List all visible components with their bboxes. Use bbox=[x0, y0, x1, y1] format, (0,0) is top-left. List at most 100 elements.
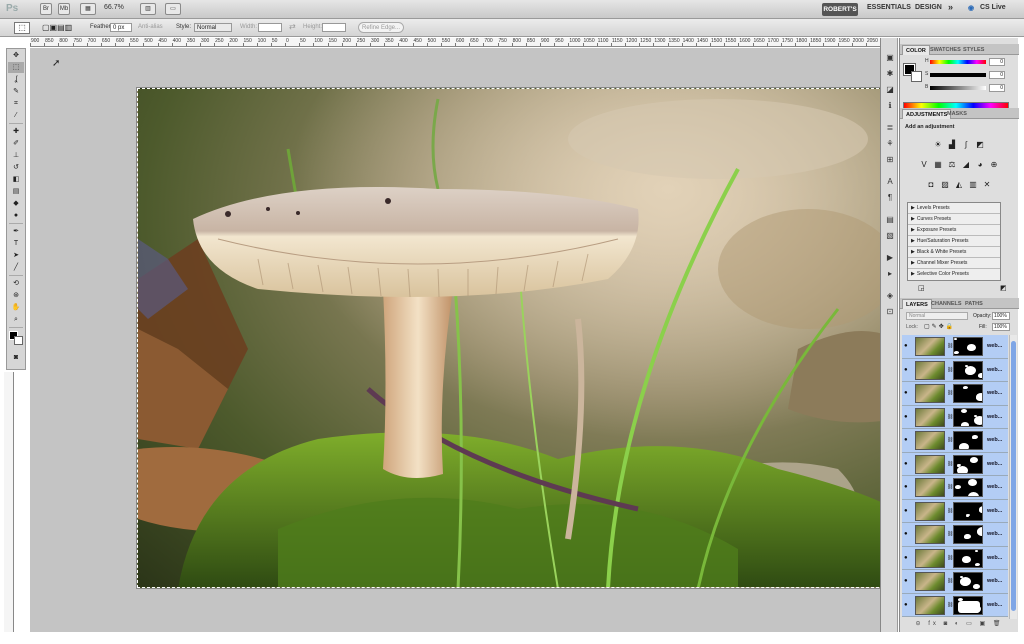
tab-masks[interactable]: MASKS bbox=[944, 109, 970, 119]
layers-footer-icons[interactable]: ⊝ fx ◙ ◐ ▭ ▣ 🗑 bbox=[902, 620, 1017, 630]
quick-select-tool-icon[interactable]: ✎ bbox=[8, 86, 24, 97]
refine-edge-button[interactable]: Refine Edge... bbox=[358, 22, 404, 33]
layer-row[interactable]: ● ⛓ web... bbox=[902, 452, 1008, 476]
layer-row[interactable]: ● ⛓ web... bbox=[902, 476, 1008, 500]
history-brush-tool-icon[interactable]: ↺ bbox=[8, 162, 24, 173]
opacity-input[interactable]: 100% bbox=[992, 312, 1010, 320]
adjustment-layer-icon[interactable]: ◲ bbox=[918, 284, 925, 292]
black-white-icon[interactable]: ◢ bbox=[961, 160, 971, 169]
blur-tool-icon[interactable]: ◆ bbox=[8, 198, 24, 209]
layer-thumbnail[interactable] bbox=[915, 548, 945, 568]
hand-tool-icon[interactable]: ✋ bbox=[8, 302, 24, 313]
layer-thumbnail[interactable] bbox=[915, 454, 945, 474]
paragraph-panel-icon[interactable]: ¶ bbox=[883, 192, 897, 204]
visibility-eye-icon[interactable]: ● bbox=[904, 390, 908, 396]
antialias-checkbox[interactable]: Anti-alias bbox=[138, 24, 163, 30]
visibility-eye-icon[interactable]: ● bbox=[904, 602, 908, 608]
3d-rotate-tool-icon[interactable]: ⟲ bbox=[8, 278, 24, 289]
layer-mask-thumbnail[interactable] bbox=[953, 525, 983, 544]
levels-icon[interactable]: ▟ bbox=[947, 140, 957, 149]
layer-name[interactable]: web... bbox=[987, 367, 1002, 373]
visibility-eye-icon[interactable]: ● bbox=[904, 461, 908, 467]
hue-saturation-icon[interactable]: ▦ bbox=[933, 160, 943, 169]
layer-thumbnail[interactable] bbox=[915, 337, 945, 356]
layer-row[interactable]: ● ⛓ web... bbox=[902, 358, 1008, 382]
layer-thumbnail[interactable] bbox=[915, 360, 945, 380]
panel-options-icon[interactable]: ◩ bbox=[1000, 284, 1007, 292]
brush-presets-icon[interactable]: ≣ bbox=[883, 122, 897, 134]
clone-source-icon[interactable]: ⚘ bbox=[883, 138, 897, 150]
layer-thumbnail[interactable] bbox=[915, 407, 945, 427]
shape-tool-icon[interactable]: ╱ bbox=[8, 262, 24, 273]
color-balance-icon[interactable]: ⚖ bbox=[947, 160, 957, 169]
layer-mask-thumbnail[interactable] bbox=[953, 572, 983, 591]
height-input[interactable] bbox=[322, 23, 346, 32]
histogram-panel-icon[interactable]: ◪ bbox=[883, 84, 897, 96]
layer-thumbnail[interactable] bbox=[915, 478, 945, 497]
color-panel-background-swatch[interactable] bbox=[911, 71, 922, 82]
marquee-preset-icon[interactable]: ⬚ bbox=[14, 22, 30, 34]
layer-row[interactable]: ● ⛓ web... bbox=[902, 593, 1008, 617]
tool-presets-icon[interactable]: ⊞ bbox=[883, 154, 897, 166]
notes-panel-icon[interactable]: ▤ bbox=[883, 214, 897, 226]
vibrance-icon[interactable]: V bbox=[919, 160, 929, 169]
layer-name[interactable]: web... bbox=[987, 414, 1002, 420]
measurement-log-icon[interactable]: ⊡ bbox=[883, 306, 897, 318]
hue-slider[interactable] bbox=[930, 60, 986, 64]
animation-panel-icon[interactable]: ▶ bbox=[883, 252, 897, 264]
hue-value[interactable]: 0 bbox=[989, 58, 1005, 66]
fill-input[interactable]: 100% bbox=[992, 323, 1010, 331]
selective-color-icon[interactable]: ✕ bbox=[982, 180, 992, 189]
threshold-icon[interactable]: ◭ bbox=[954, 180, 964, 189]
layer-name[interactable]: web... bbox=[987, 555, 1002, 561]
mini-bridge-panel-icon[interactable]: ▣ bbox=[883, 52, 897, 64]
layer-mask-thumbnail[interactable] bbox=[953, 595, 983, 615]
blend-mode-select[interactable]: Normal bbox=[906, 312, 968, 320]
layer-mask-thumbnail[interactable] bbox=[953, 337, 983, 356]
screen-mode-icon[interactable]: ▭ bbox=[165, 3, 181, 15]
preset-channel-mixer[interactable]: ▶ Channel Mixer Presets bbox=[908, 258, 1000, 269]
layer-mask-thumbnail[interactable] bbox=[953, 431, 983, 450]
layer-thumbnail[interactable] bbox=[915, 595, 945, 615]
layer-name[interactable]: web... bbox=[987, 343, 1002, 349]
layer-name[interactable]: web... bbox=[987, 484, 1002, 490]
arrange-documents-icon[interactable]: ▥ bbox=[140, 3, 156, 15]
invert-icon[interactable]: ◘ bbox=[926, 180, 936, 189]
foreground-background-colors[interactable] bbox=[7, 330, 25, 346]
visibility-eye-icon[interactable]: ● bbox=[904, 484, 908, 490]
visibility-eye-icon[interactable]: ● bbox=[904, 508, 908, 514]
layer-comps-icon[interactable]: ▧ bbox=[883, 230, 897, 242]
layer-name[interactable]: web... bbox=[987, 602, 1002, 608]
saturation-slider[interactable] bbox=[930, 73, 986, 77]
quick-mask-icon[interactable]: ◙ bbox=[8, 352, 24, 363]
layer-name[interactable]: web... bbox=[987, 437, 1002, 443]
visibility-eye-icon[interactable]: ● bbox=[904, 578, 908, 584]
style-select[interactable]: Normal bbox=[194, 23, 232, 32]
dodge-tool-icon[interactable]: ● bbox=[8, 210, 24, 221]
visibility-eye-icon[interactable]: ● bbox=[904, 531, 908, 537]
layer-name[interactable]: web... bbox=[987, 390, 1002, 396]
layer-mask-thumbnail[interactable] bbox=[953, 360, 983, 380]
3d-orbit-tool-icon[interactable]: ⊛ bbox=[8, 290, 24, 301]
visibility-eye-icon[interactable]: ● bbox=[904, 437, 908, 443]
tab-channels[interactable]: CHANNELS bbox=[928, 299, 965, 309]
background-color-swatch[interactable] bbox=[14, 336, 23, 345]
scrollbar-thumb[interactable] bbox=[1011, 341, 1016, 611]
layer-mask-thumbnail[interactable] bbox=[953, 454, 983, 474]
layer-row[interactable]: ● ⛓ web... bbox=[902, 523, 1008, 547]
brightness-value[interactable]: 0 bbox=[989, 84, 1005, 92]
layer-thumbnail[interactable] bbox=[915, 525, 945, 544]
lasso-tool-icon[interactable]: ʆ bbox=[8, 74, 24, 85]
layer-mask-thumbnail[interactable] bbox=[953, 478, 983, 497]
layer-name[interactable]: web... bbox=[987, 578, 1002, 584]
preset-selective-color[interactable]: ▶ Selective Color Presets bbox=[908, 269, 1000, 280]
layer-mask-thumbnail[interactable] bbox=[953, 501, 983, 521]
view-extras-icon[interactable]: ▦ bbox=[80, 3, 96, 15]
pen-tool-icon[interactable]: ✒ bbox=[8, 226, 24, 237]
layer-thumbnail[interactable] bbox=[915, 431, 945, 450]
navigator-panel-icon[interactable]: ✱ bbox=[883, 68, 897, 80]
zoom-tool-icon[interactable]: ⌕ bbox=[8, 314, 24, 325]
layer-thumbnail[interactable] bbox=[915, 501, 945, 521]
character-panel-icon[interactable]: A bbox=[883, 176, 897, 188]
preset-levels[interactable]: ▶ Levels Presets bbox=[908, 203, 1000, 214]
